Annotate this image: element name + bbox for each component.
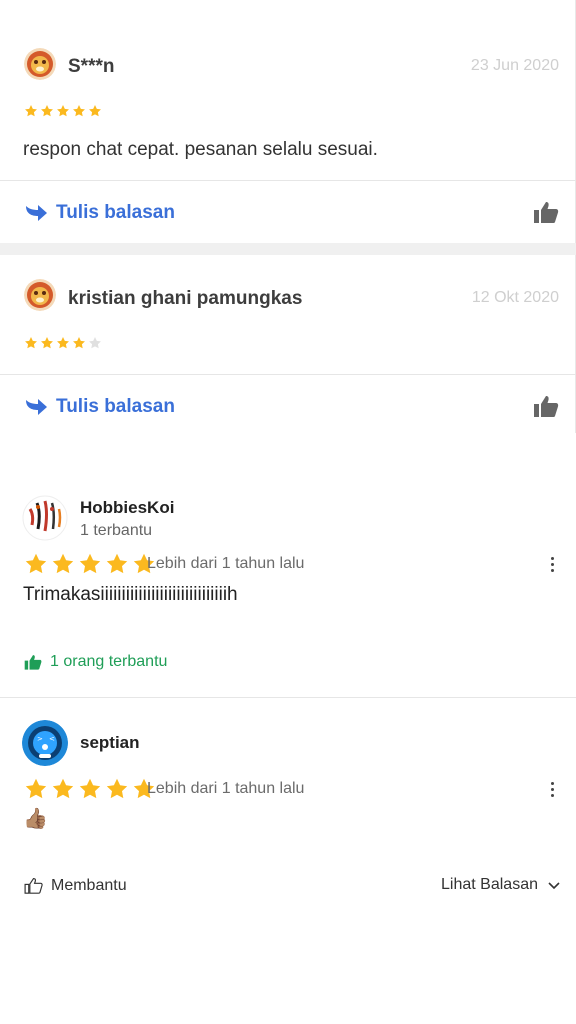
helpful-count: 1 orang terbantu bbox=[24, 653, 167, 671]
star-rating bbox=[24, 104, 102, 118]
view-replies-button[interactable]: Lihat Balasan bbox=[441, 876, 560, 894]
star-icon bbox=[40, 336, 54, 350]
helpful-label: 1 orang terbantu bbox=[50, 653, 168, 670]
chevron-down-icon bbox=[548, 882, 560, 890]
reviewer-helpful-count: 1 terbantu bbox=[80, 522, 153, 539]
star-rating bbox=[24, 777, 156, 801]
reply-label: Tulis balasan bbox=[56, 396, 175, 417]
helpful-button-label: Membantu bbox=[51, 876, 127, 894]
star-icon bbox=[88, 104, 102, 118]
thumbs-up-icon bbox=[24, 877, 43, 894]
star-icon bbox=[88, 336, 102, 350]
reviewer-name: septian bbox=[80, 733, 140, 752]
star-icon bbox=[40, 104, 54, 118]
review-text: respon chat cepat. pesanan selalu sesuai… bbox=[23, 139, 378, 160]
reviewer-name: HobbiesKoi bbox=[80, 498, 175, 517]
star-icon bbox=[72, 104, 86, 118]
view-replies-label: Lihat Balasan bbox=[441, 876, 538, 893]
star-rating bbox=[24, 552, 156, 576]
review-date: 23 Jun 2020 bbox=[470, 57, 559, 74]
avatar bbox=[24, 48, 56, 80]
star-icon bbox=[78, 777, 102, 801]
review-text: Trimakasiiiiiiiiiiiiiiiiiiiiiiiiiiiiiih bbox=[23, 584, 238, 605]
reply-button[interactable]: Tulis balasan bbox=[24, 202, 175, 224]
review-time: Lebih dari 1 tahun lalu bbox=[147, 780, 305, 797]
reply-arrow-icon bbox=[26, 399, 47, 415]
star-icon bbox=[72, 336, 86, 350]
star-rating bbox=[24, 336, 102, 350]
star-icon bbox=[105, 552, 129, 576]
svg-text:<: < bbox=[49, 735, 55, 743]
reply-label: Tulis balasan bbox=[56, 202, 175, 223]
star-icon bbox=[24, 777, 48, 801]
star-icon bbox=[105, 777, 129, 801]
more-vertical-icon[interactable] bbox=[544, 552, 560, 576]
thumbs-up-icon bbox=[24, 655, 42, 670]
thumbs-up-icon[interactable] bbox=[533, 200, 559, 224]
card-separator bbox=[0, 243, 576, 255]
more-vertical-icon[interactable] bbox=[544, 777, 560, 801]
star-icon bbox=[24, 104, 38, 118]
divider bbox=[0, 697, 576, 698]
reply-button[interactable]: Tulis balasan bbox=[24, 396, 175, 418]
review-text: 👍🏽 bbox=[23, 808, 48, 830]
reviewer-name: S***n bbox=[68, 56, 115, 77]
divider bbox=[0, 374, 576, 375]
star-icon bbox=[24, 336, 38, 350]
divider bbox=[0, 180, 576, 181]
star-icon bbox=[56, 336, 70, 350]
star-icon bbox=[24, 552, 48, 576]
star-icon bbox=[51, 777, 75, 801]
review-date: 12 Okt 2020 bbox=[471, 289, 559, 306]
reviewer-name: kristian ghani pamungkas bbox=[68, 288, 303, 309]
avatar: > < bbox=[22, 720, 68, 766]
thumbs-up-icon[interactable] bbox=[533, 394, 559, 418]
review-card: S***n 23 Jun 2020 respon chat cepat. pes… bbox=[0, 0, 576, 243]
avatar bbox=[24, 279, 56, 311]
helpful-button[interactable]: Membantu bbox=[24, 876, 127, 895]
review-card: kristian ghani pamungkas 12 Okt 2020 Tul… bbox=[0, 255, 576, 433]
reply-arrow-icon bbox=[26, 205, 47, 221]
star-icon bbox=[78, 552, 102, 576]
review-time: Lebih dari 1 tahun lalu bbox=[147, 555, 305, 572]
star-icon bbox=[51, 552, 75, 576]
avatar bbox=[22, 495, 68, 541]
svg-text:>: > bbox=[37, 735, 43, 743]
star-icon bbox=[56, 104, 70, 118]
